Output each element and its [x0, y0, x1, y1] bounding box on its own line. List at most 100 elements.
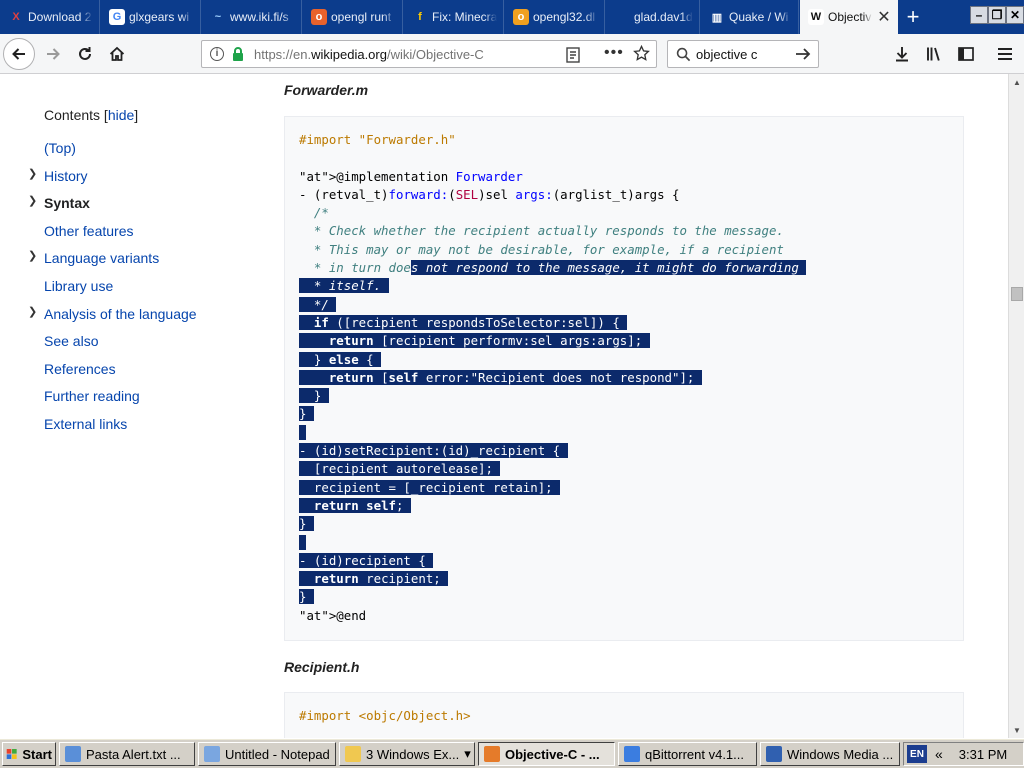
chevron-right-icon[interactable]: ❯: [28, 167, 37, 180]
language-indicator[interactable]: EN: [907, 745, 927, 763]
code-line: "at">@end: [299, 607, 367, 623]
taskbar-button-label: Objective-C - ...: [505, 746, 600, 762]
browser-tab[interactable]: o opengl32.dl: [505, 0, 605, 34]
toc-item[interactable]: Analysis of the language: [44, 306, 197, 322]
tab-label: glad.dav1d.de/: [634, 10, 693, 24]
chevron-right-icon[interactable]: ❯: [28, 249, 37, 262]
code-line: "at">@implementation Forwarder: [299, 168, 523, 184]
vertical-scrollbar[interactable]: ▲ ▼: [1008, 74, 1024, 738]
home-icon: [109, 46, 125, 61]
taskbar-button[interactable]: Objective-C - ...: [478, 742, 615, 766]
toc-heading: Contents [hide]: [44, 107, 139, 123]
url-text[interactable]: https://en.wikipedia.org/wiki/Objective-…: [254, 47, 656, 62]
tab-close-icon[interactable]: ✕: [876, 9, 892, 26]
address-bar[interactable]: i https://en.wikipedia.org/wiki/Objectiv…: [201, 40, 657, 68]
code-line: }: [299, 589, 314, 605]
close-window-button[interactable]: ✕: [1006, 6, 1024, 24]
browser-tab[interactable]: ▥ Quake / Wi: [701, 0, 799, 34]
new-tab-button[interactable]: +: [900, 4, 926, 29]
chevron-right-icon[interactable]: ❯: [28, 194, 37, 207]
code-line: * itself.: [299, 277, 806, 295]
menu-button[interactable]: [989, 38, 1021, 70]
page-actions-icon[interactable]: •••: [604, 44, 624, 62]
app-icon: [766, 746, 782, 762]
arrow-right-icon: [47, 48, 60, 60]
code-line: }: [299, 388, 329, 404]
code-line: if ([recipient respondsToSelector:sel]) …: [299, 314, 806, 332]
tab-label: Quake / Wi: [729, 10, 789, 24]
restore-window-button[interactable]: ❐: [988, 6, 1006, 24]
tab-label: Fix: Minecra: [432, 10, 497, 24]
browser-tab[interactable]: ~ www.iki.fi/s: [202, 0, 302, 34]
toc-item[interactable]: Language variants: [44, 250, 159, 266]
download-icon: [896, 47, 908, 62]
code-line: recipient = [_recipient retain];: [299, 479, 561, 495]
browser-tab[interactable]: f Fix: Minecra: [404, 0, 504, 34]
back-button[interactable]: [3, 38, 35, 70]
system-tray: EN « 3:31 PM: [903, 742, 1024, 766]
toc-item[interactable]: External links: [44, 416, 127, 432]
app-icon: [624, 746, 640, 762]
code-line: * This may or may not be desirable, for …: [299, 241, 784, 257]
search-go-arrow-icon[interactable]: [794, 46, 812, 65]
taskbar-button[interactable]: 3 Windows Ex... ▾: [339, 742, 475, 766]
taskbar-button-label: Pasta Alert.txt ...: [86, 746, 181, 762]
toc-item[interactable]: History: [44, 168, 88, 184]
browser-tab[interactable]: Gglxgears wi: [101, 0, 201, 34]
toc-item[interactable]: (Top): [44, 140, 76, 156]
toc-hide-link[interactable]: hide: [108, 107, 134, 123]
app-icon: [345, 746, 361, 762]
tab-favicon-icon: [614, 9, 630, 25]
reload-button[interactable]: [69, 38, 101, 70]
toc-item[interactable]: References: [44, 361, 116, 377]
code-line: return [self error:"Recipient does not r…: [299, 369, 806, 387]
tab-label: Download 2: [28, 10, 92, 24]
code-listing: #import <objc/Object.h>: [299, 707, 471, 725]
taskbar-button[interactable]: qBittorrent v4.1...: [618, 742, 757, 766]
app-icon: [65, 746, 81, 762]
taskbar-button-label: Windows Media ...: [787, 746, 894, 762]
scroll-up-arrow-icon[interactable]: ▲: [1009, 74, 1024, 90]
bookmark-star-icon[interactable]: [633, 44, 650, 65]
toc-item[interactable]: See also: [44, 333, 98, 349]
code-line: */: [299, 296, 806, 314]
browser-tab[interactable]: glad.dav1d.de/: [606, 0, 700, 34]
forward-button[interactable]: [37, 38, 69, 70]
minimize-window-button[interactable]: –: [970, 6, 988, 24]
home-button[interactable]: [101, 38, 133, 70]
search-bar[interactable]: [667, 40, 819, 68]
code-line: /*: [299, 205, 329, 221]
scrollbar-thumb[interactable]: [1011, 287, 1023, 301]
tray-expand-arrow-icon[interactable]: «: [935, 746, 943, 762]
toc-item[interactable]: Further reading: [44, 388, 140, 404]
library-button[interactable]: [918, 38, 950, 70]
clock[interactable]: 3:31 PM: [959, 747, 1007, 762]
sidebar-toggle-button[interactable]: [950, 38, 982, 70]
browser-tab[interactable]: o opengl runt: [303, 0, 403, 34]
start-button[interactable]: Start: [2, 742, 56, 766]
code-line: [299, 424, 806, 442]
toc-item[interactable]: Library use: [44, 278, 113, 294]
tab-favicon-icon: ▥: [709, 9, 725, 25]
info-icon[interactable]: i: [210, 47, 224, 61]
arrow-left-icon: [12, 48, 25, 60]
toc-item[interactable]: Syntax: [44, 195, 90, 211]
taskbar-button-label: 3 Windows Ex...: [366, 746, 460, 762]
downloads-button[interactable]: [886, 38, 918, 70]
code-file-heading: Recipient.h: [284, 659, 360, 675]
taskbar-button[interactable]: Windows Media ...: [760, 742, 900, 766]
code-line: return [recipient performv:sel args:args…: [299, 332, 806, 350]
chevron-right-icon[interactable]: ❯: [28, 305, 37, 318]
tab-label: glxgears wi: [129, 10, 190, 24]
scroll-down-arrow-icon[interactable]: ▼: [1009, 722, 1024, 738]
taskbar-button[interactable]: Pasta Alert.txt ...: [59, 742, 195, 766]
toc-item[interactable]: Other features: [44, 223, 134, 239]
taskbar-button[interactable]: Untitled - Notepad: [198, 742, 336, 766]
browser-tab[interactable]: X Download 2: [0, 0, 100, 34]
browser-tab[interactable]: W Objectiv ✕: [800, 0, 898, 34]
search-input[interactable]: [696, 46, 786, 62]
reader-view-icon[interactable]: [566, 47, 580, 66]
lock-icon[interactable]: [231, 46, 245, 65]
code-line: return recipient;: [299, 570, 806, 588]
